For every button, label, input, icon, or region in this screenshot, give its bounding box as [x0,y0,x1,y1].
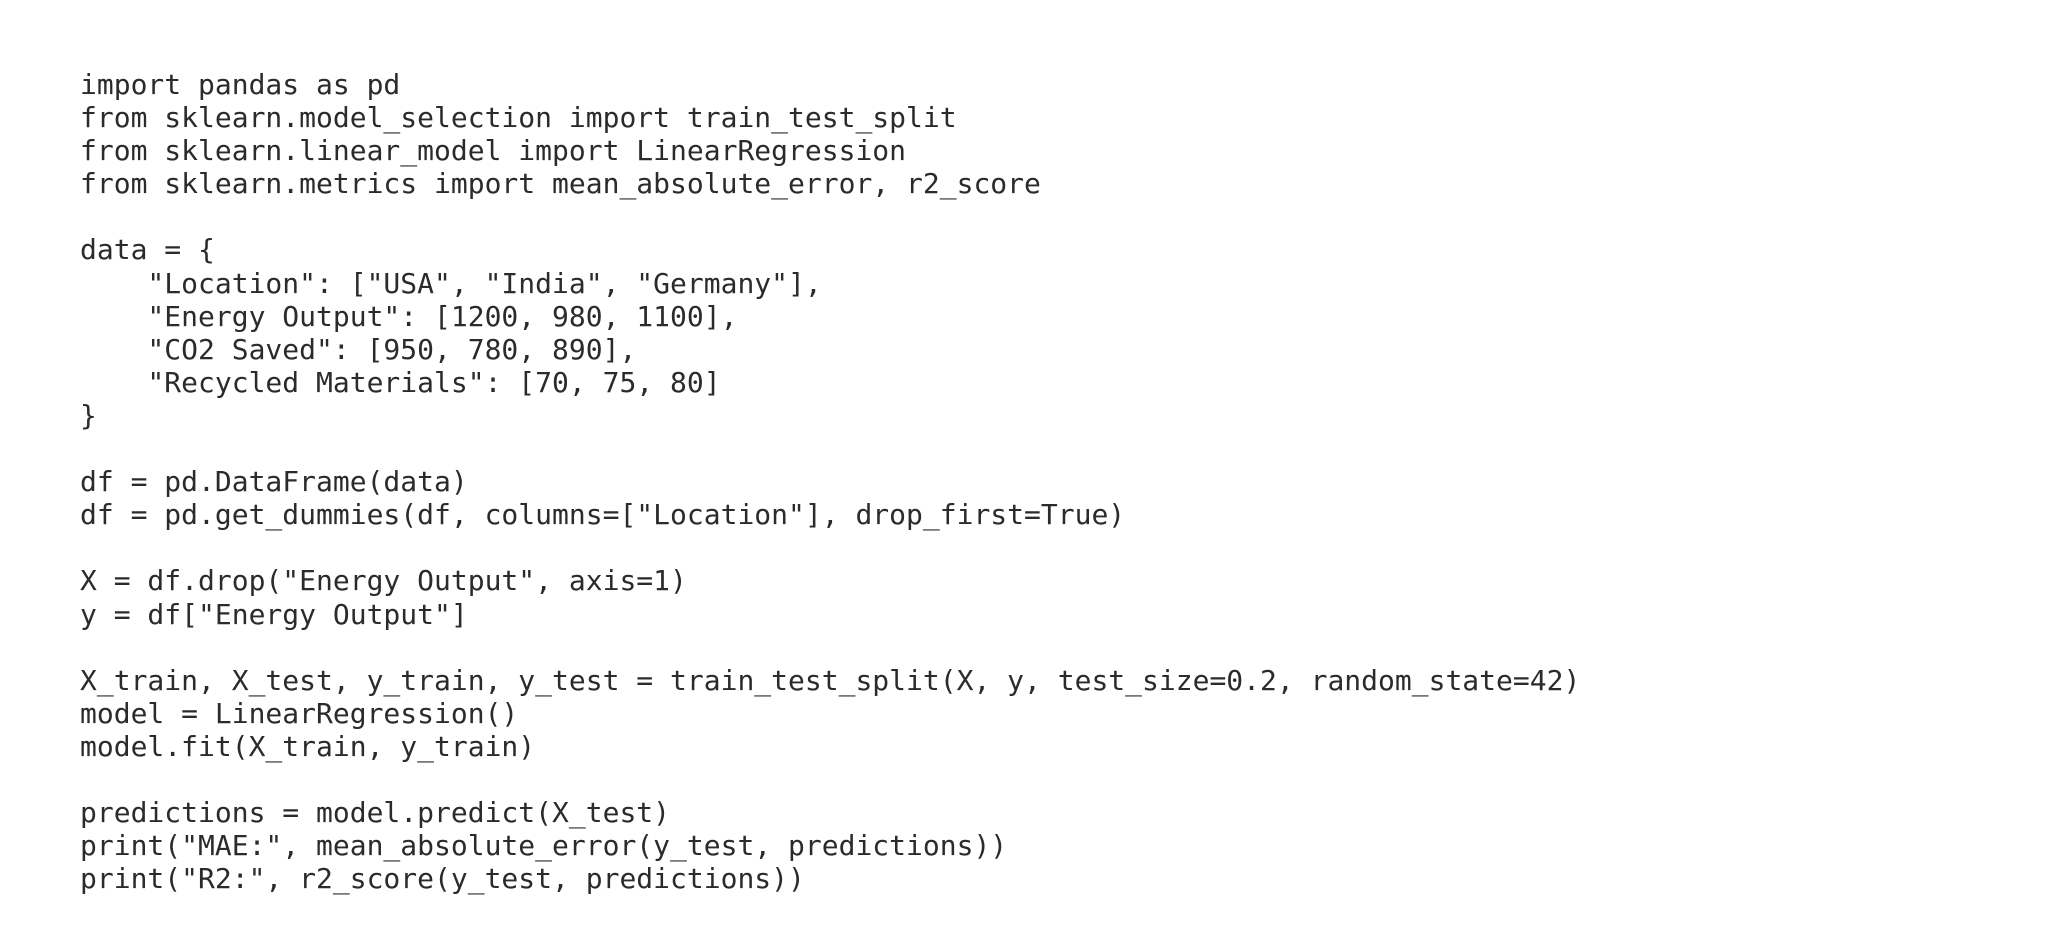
code-line: } [80,398,97,432]
code-line: print("MAE:", mean_absolute_error(y_test… [80,829,1008,863]
code-line: df = pd.get_dummies(df, columns=["Locati… [80,498,1126,532]
code-line: from sklearn.model_selection import trai… [80,101,957,135]
code-line: "Recycled Materials": [70, 75, 80] [80,365,721,399]
code-line: "CO2 Saved": [950, 780, 890], [80,332,637,366]
code-line: predictions = model.predict(X_test) [80,796,671,830]
code-line: data = { [80,233,215,267]
code-line: model = LinearRegression() [80,696,519,730]
code-line: X = df.drop("Energy Output", axis=1) [80,564,687,598]
code-line: df = pd.DataFrame(data) [80,465,468,499]
code-line: from sklearn.metrics import mean_absolut… [80,167,1041,201]
code-line: import pandas as pd [80,68,401,101]
code-line: model.fit(X_train, y_train) [80,729,536,763]
code-line: X_train, X_test, y_train, y_test = train… [80,663,1581,697]
code-line: "Energy Output": [1200, 980, 1100], [80,299,738,333]
code-line: from sklearn.linear_model import LinearR… [80,134,907,168]
code-line: print("R2:", r2_score(y_test, prediction… [80,862,805,896]
code-block: import pandas as pd from sklearn.model_se… [80,68,1580,895]
code-line: y = df["Energy Output"] [80,597,468,631]
code-line: "Location": ["USA", "India", "Germany"], [80,266,822,300]
